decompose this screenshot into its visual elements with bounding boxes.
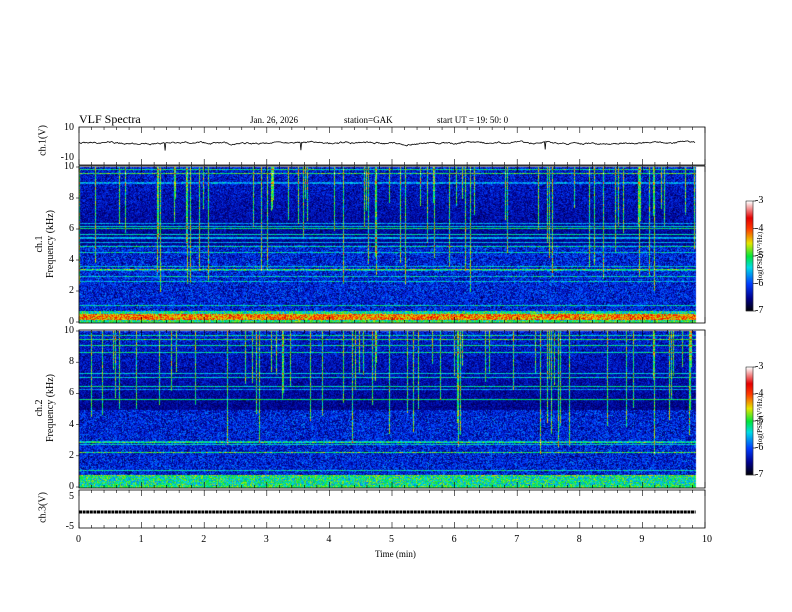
colorbar1-label: log(PSD)(V²/Hz) — [756, 231, 764, 281]
ch1-label: ch.1 — [34, 235, 45, 253]
panel-frame-s2 — [78, 329, 706, 489]
x-axis-label: Time (min) — [375, 549, 416, 559]
ch1-trace — [78, 140, 696, 151]
ch1-freq-ylabel: ch.1 Frequency (kHz) — [34, 194, 56, 294]
ch1-ylabel: ch.1(V) — [37, 125, 49, 156]
figure-title: VLF Spectra — [79, 112, 141, 126]
freq-label: Frequency (kHz) — [45, 373, 56, 443]
colorbar — [745, 366, 754, 476]
panel-frame-s1 — [78, 165, 706, 324]
station-label: station=GAK — [344, 115, 393, 125]
plot-axes — [76, 126, 756, 529]
date-label: Jan. 26, 2026 — [250, 115, 298, 125]
vlf-spectra-figure: VLF Spectra Jan. 26, 2026 station=GAK st… — [0, 0, 792, 612]
start-ut-label: start UT = 19: 50: 0 — [437, 115, 509, 125]
colorbar2-label: log(PSD)(V²/Hz) — [756, 395, 764, 445]
colorbar — [745, 200, 754, 312]
ch3-ylabel: ch.3(V) — [37, 492, 49, 523]
freq-label: Frequency (kHz) — [45, 209, 56, 279]
ch2-freq-ylabel: ch.2 Frequency (kHz) — [34, 358, 56, 458]
ch2-label: ch.2 — [34, 399, 45, 417]
